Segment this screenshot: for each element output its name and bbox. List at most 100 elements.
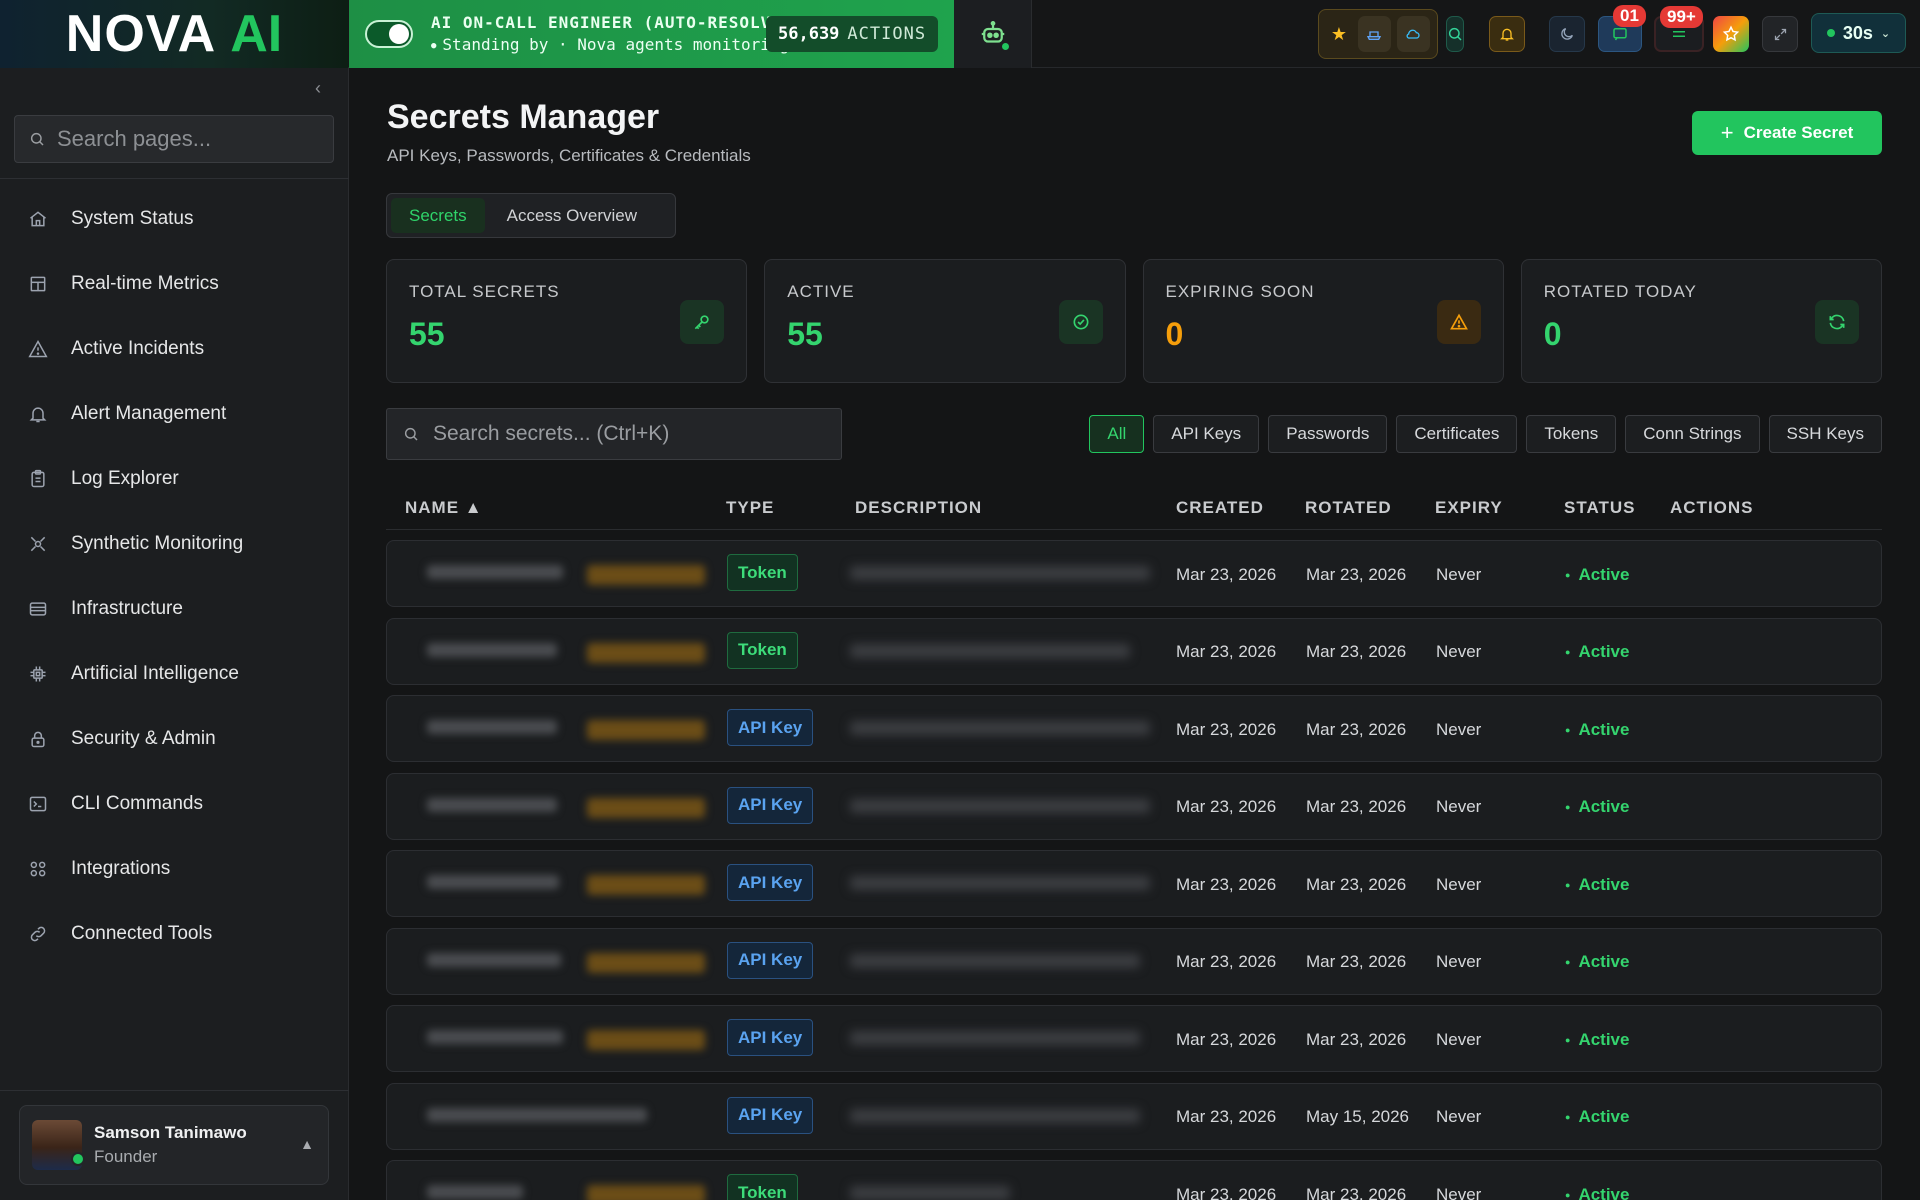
table-row[interactable]: Token Mar 23, 2026 Mar 23, 2026 Never Active <box>386 1160 1882 1200</box>
rotated-date: Mar 23, 2026 <box>1306 797 1407 816</box>
sidebar-item-integrations[interactable]: Integrations <box>0 836 349 901</box>
sidebar-item-synthetic-monitoring[interactable]: Synthetic Monitoring <box>0 511 349 576</box>
status-badge: Active <box>1565 851 1629 916</box>
rotated-date: Mar 23, 2026 <box>1306 874 1407 894</box>
column-header-expiry[interactable]: EXPIRY <box>1435 498 1503 518</box>
messages-group: 01 <box>1598 5 1646 59</box>
sidebar-item-infrastructure[interactable]: Infrastructure <box>0 576 349 641</box>
ai-agent-button[interactable] <box>954 0 1032 68</box>
column-header-description: DESCRIPTION <box>855 497 983 517</box>
star-button[interactable]: ★ <box>1326 16 1352 52</box>
secrets-search-input[interactable]: Search secrets... (Ctrl+K) <box>386 408 842 460</box>
sidebar-item-label: Integrations <box>71 857 171 879</box>
filter-passwords[interactable]: Passwords <box>1268 415 1388 453</box>
environment-tag-redacted <box>587 642 705 663</box>
column-header-status[interactable]: STATUS <box>1564 498 1635 518</box>
environment-tag-redacted <box>587 1185 705 1200</box>
user-menu[interactable]: Samson Tanimawo Founder ▲ <box>19 1105 329 1185</box>
type-badge: API Key <box>727 941 814 979</box>
nova-ai-logo[interactable]: NOVA AI <box>0 0 348 68</box>
fullscreen-button[interactable] <box>1762 16 1798 52</box>
warning-icon <box>1436 300 1481 344</box>
filter-ssh-keys[interactable]: SSH Keys <box>1768 415 1882 453</box>
type-badge: API Key <box>727 786 814 824</box>
column-header-name[interactable]: NAME ▲ <box>405 498 483 518</box>
sidebar-item-cli-commands[interactable]: CLI Commands <box>0 771 349 836</box>
alerts-feed-button[interactable]: 99+ <box>1654 6 1704 52</box>
table-row[interactable]: API Key Mar 23, 2026 Mar 23, 2026 Never Acti… <box>386 772 1882 840</box>
filter-tokens[interactable]: Tokens <box>1526 415 1617 453</box>
tab-secrets[interactable]: Secrets <box>391 198 485 233</box>
sidebar-item-active-incidents[interactable]: Active Incidents <box>0 316 349 381</box>
stat-card-total-secrets: TOTAL SECRETS 55 <box>386 259 748 383</box>
created-date: Mar 23, 2026 <box>1176 719 1277 739</box>
column-header-actions: ACTIONS <box>1670 497 1754 517</box>
rate-app-button[interactable] <box>1713 16 1749 52</box>
fav-item-1[interactable] <box>1357 16 1391 52</box>
column-header-rotated[interactable]: ROTATED <box>1305 498 1392 518</box>
filter-api-keys[interactable]: API Keys <box>1153 415 1260 453</box>
environment-tag-redacted <box>587 565 705 585</box>
sidebar-item-system-status[interactable]: System Status <box>0 186 349 251</box>
messages-button[interactable]: 01 <box>1598 5 1646 52</box>
sidebar-item-label: Active Incidents <box>71 337 205 359</box>
chip-icon <box>27 663 49 685</box>
type-badge: API Key <box>727 1019 814 1056</box>
refresh-interval-value: 30s <box>1842 22 1873 43</box>
sidebar-item-log-explorer[interactable]: Log Explorer <box>0 446 349 511</box>
table-row[interactable]: API Key Mar 23, 2026 Mar 23, 2026 Never Acti… <box>386 1005 1882 1072</box>
sidebar-item-artificial-intelligence[interactable]: Artificial Intelligence <box>0 641 349 706</box>
sidebar-item-realtime-metrics[interactable]: Real-time Metrics <box>0 251 349 316</box>
description-redacted <box>850 643 1130 658</box>
moon-icon <box>1561 28 1573 40</box>
refresh-interval-select[interactable]: 30s ⌄ <box>1811 13 1906 53</box>
avatar <box>32 1120 85 1170</box>
sidebar-item-label: Infrastructure <box>71 597 183 619</box>
search-button[interactable] <box>1446 16 1464 52</box>
link-icon <box>27 923 49 945</box>
filter-certificates[interactable]: Certificates <box>1396 415 1518 453</box>
create-secret-button[interactable]: + Create Secret <box>1692 111 1882 155</box>
actions-counter[interactable]: 56,639 ACTIONS <box>766 16 939 52</box>
table-row[interactable]: API Key Mar 23, 2026 May 15, 2026 Never Acti… <box>386 1082 1882 1150</box>
bell-group <box>1489 9 1525 59</box>
table-row[interactable]: API Key Mar 23, 2026 Mar 23, 2026 Never Acti… <box>386 927 1882 995</box>
filter-all[interactable]: All <box>1089 415 1145 453</box>
type-filters: All API Keys Passwords Certificates Toke… <box>1089 415 1882 453</box>
collapse-sidebar-button[interactable]: ‹ <box>306 76 330 100</box>
created-date: Mar 23, 2026 <box>1176 797 1277 816</box>
tab-access-overview[interactable]: Access Overview <box>489 198 655 233</box>
column-header-type[interactable]: TYPE <box>726 498 774 518</box>
expiry-value: Never <box>1436 564 1482 584</box>
star-icon: ★ <box>1330 23 1347 44</box>
description-redacted <box>850 953 1140 968</box>
notifications-bell-button[interactable] <box>1489 16 1525 52</box>
column-header-created[interactable]: CREATED <box>1176 498 1264 518</box>
description-redacted <box>850 1186 1010 1200</box>
sidebar-item-alert-management[interactable]: Alert Management <box>0 381 349 446</box>
page-search-input[interactable]: Search pages... <box>14 115 334 163</box>
auto-resolve-toggle[interactable] <box>365 20 413 48</box>
expiry-value: Never <box>1436 797 1482 816</box>
sidebar-item-security-admin[interactable]: Security & Admin <box>0 706 349 771</box>
type-badge: Token <box>727 631 798 669</box>
secret-name-redacted <box>427 1107 647 1122</box>
home-icon <box>27 208 49 230</box>
expiry-value: Never <box>1436 1107 1482 1126</box>
table-row[interactable]: API Key Mar 23, 2026 Mar 23, 2026 Never Acti… <box>386 850 1882 917</box>
bell-icon <box>27 403 49 425</box>
filter-conn-strings[interactable]: Conn Strings <box>1625 415 1760 453</box>
theme-toggle-button[interactable] <box>1549 16 1585 52</box>
page-tabs: Secrets Access Overview <box>386 193 676 238</box>
table-row[interactable]: API Key Mar 23, 2026 Mar 23, 2026 Never Acti… <box>386 695 1882 762</box>
secret-name-redacted <box>427 565 563 579</box>
stat-label: ACTIVE <box>787 282 855 301</box>
secret-name-redacted <box>427 797 557 812</box>
secrets-table: NAME ▲ TYPE DESCRIPTION CREATED ROTATED … <box>386 486 1882 1200</box>
fav-item-2[interactable] <box>1396 16 1431 52</box>
table-row[interactable]: Token Mar 23, 2026 Mar 23, 2026 Never Active <box>386 617 1882 685</box>
table-row[interactable]: Token Mar 23, 2026 Mar 23, 2026 Never Active <box>386 540 1882 607</box>
server-icon <box>27 598 49 620</box>
expiry-value: Never <box>1436 952 1482 971</box>
sidebar-item-connected-tools[interactable]: Connected Tools <box>0 901 349 966</box>
